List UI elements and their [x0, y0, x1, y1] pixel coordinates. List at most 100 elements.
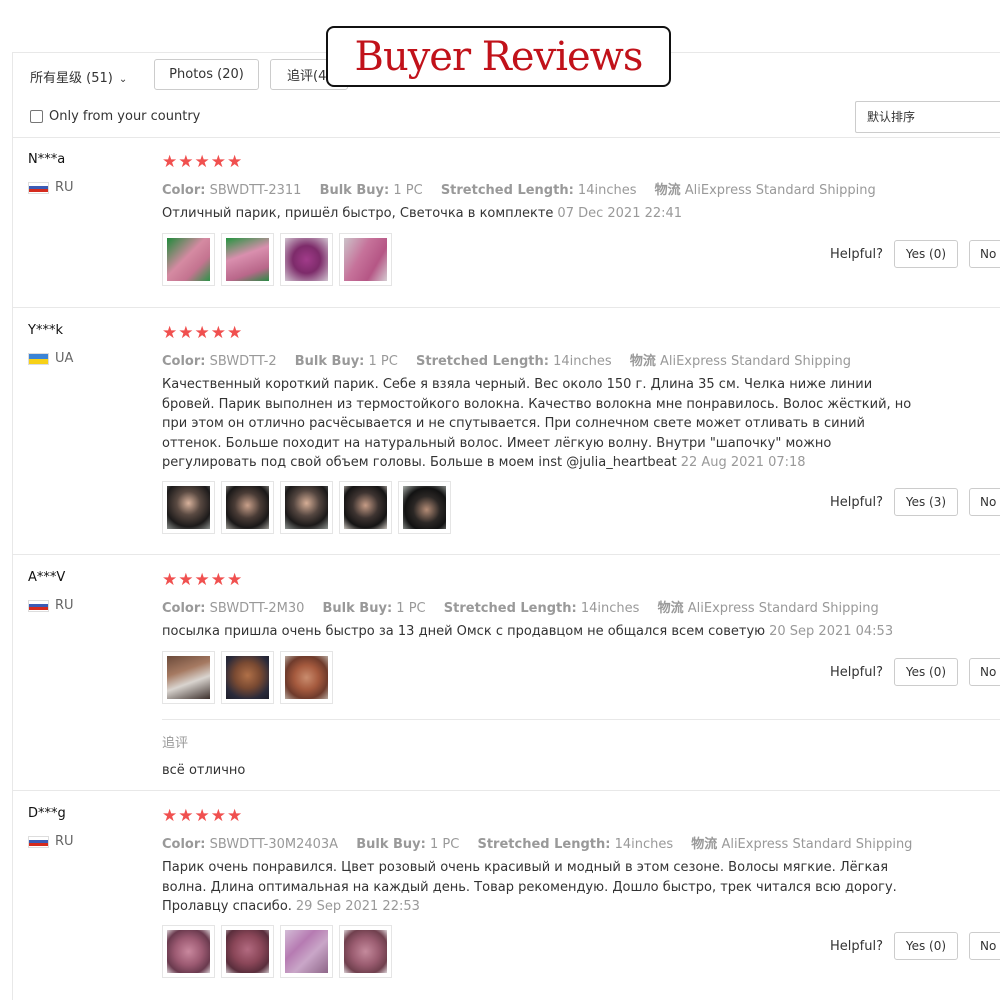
shipping-label: 物流 — [657, 601, 684, 616]
review-date: 07 Dec 2021 22:41 — [557, 206, 683, 221]
helpful-no-button[interactable]: No — [968, 932, 1000, 960]
russia-flag-icon — [28, 835, 49, 848]
shipping-label: 物流 — [629, 354, 656, 369]
shipping-label: 物流 — [654, 183, 681, 198]
reviewer-country: UA — [28, 351, 73, 366]
only-country-checkbox[interactable]: Only from your country — [30, 109, 200, 124]
country-code: RU — [55, 598, 74, 613]
review-photos — [162, 481, 451, 534]
shipping-label: 物流 — [691, 837, 718, 852]
shipping-value: AliExpress Standard Shipping — [687, 601, 879, 616]
country-code: RU — [55, 180, 74, 195]
review-photo[interactable] — [280, 651, 333, 704]
review-photo[interactable] — [221, 481, 274, 534]
review-photos — [162, 651, 333, 704]
review-photo[interactable] — [398, 481, 451, 534]
helpful-yes-button[interactable]: Yes (0) — [893, 240, 958, 268]
reviewer-country: RU — [28, 598, 74, 613]
review-photo[interactable] — [162, 481, 215, 534]
country-code: RU — [55, 834, 74, 849]
rating-filter-label: 所有星级 (51) — [30, 71, 113, 86]
review-photo[interactable] — [280, 233, 333, 286]
review-body: посылка пришла очень быстро за 13 дней О… — [162, 624, 766, 639]
bulk-value: 1 PC — [393, 183, 423, 198]
helpful-no-button[interactable]: No — [968, 658, 1000, 686]
review-photo[interactable] — [221, 651, 274, 704]
followup-divider — [162, 719, 1000, 720]
bulk-value: 1 PC — [368, 354, 398, 369]
review-photo[interactable] — [221, 233, 274, 286]
length-value: 14inches — [553, 354, 612, 369]
color-value: SBWDTT-30M2403A — [209, 837, 339, 852]
review-attributes: Color: SBWDTT-2311 Bulk Buy: 1 PC Stretc… — [162, 179, 876, 198]
helpful-no-button[interactable]: No — [968, 240, 1000, 268]
color-label: Color: — [162, 183, 206, 198]
review-photo[interactable] — [339, 481, 392, 534]
russia-flag-icon — [28, 599, 49, 612]
reviewer-name: D***g — [28, 806, 66, 821]
review-body: Парик очень понравился. Цвет розовый оче… — [162, 860, 897, 914]
color-value: SBWDTT-2311 — [209, 183, 302, 198]
color-label: Color: — [162, 837, 206, 852]
helpful-label: Helpful? — [830, 246, 883, 262]
checkbox-box[interactable] — [30, 110, 43, 123]
length-value: 14inches — [577, 183, 637, 198]
review-photo[interactable] — [162, 233, 215, 286]
length-value: 14inches — [580, 601, 640, 616]
reviewer-country: RU — [28, 834, 74, 849]
helpful-yes-button[interactable]: Yes (3) — [893, 488, 958, 516]
bulk-label: Bulk Buy: — [294, 354, 365, 369]
banner-title: Buyer Reviews — [354, 33, 644, 80]
review-item: A***V RU ★★★★★ Color: SBWDTT-2M30 Bulk B… — [12, 555, 1000, 791]
review-body: Отличный парик, пришёл быстро, Светочка … — [162, 206, 554, 221]
helpful-label: Helpful? — [830, 938, 883, 954]
bulk-value: 1 PC — [396, 601, 426, 616]
reviewer-name: Y***k — [28, 323, 63, 338]
review-text: Качественный короткий парик. Себе я взял… — [162, 375, 922, 473]
helpful-no-button[interactable]: No — [968, 488, 1000, 516]
review-photo[interactable] — [280, 925, 333, 978]
helpful-yes-button[interactable]: Yes (0) — [893, 658, 958, 686]
star-rating: ★★★★★ — [162, 152, 244, 172]
review-photo[interactable] — [162, 925, 215, 978]
ukraine-flag-icon — [28, 352, 49, 365]
star-rating: ★★★★★ — [162, 570, 244, 590]
review-photo[interactable] — [221, 925, 274, 978]
length-label: Stretched Length: — [477, 837, 611, 852]
shipping-value: AliExpress Standard Shipping — [684, 183, 876, 198]
star-rating: ★★★★★ — [162, 806, 244, 826]
only-country-label: Only from your country — [49, 109, 201, 124]
bulk-label: Bulk Buy: — [322, 601, 393, 616]
helpful-row: Helpful? Yes (0) No — [830, 658, 1000, 686]
review-attributes: Color: SBWDTT-2M30 Bulk Buy: 1 PC Stretc… — [162, 597, 879, 616]
color-value: SBWDTT-2 — [209, 354, 277, 369]
review-photo[interactable] — [162, 651, 215, 704]
sort-select[interactable]: 默认排序 — [855, 101, 1000, 133]
review-photo[interactable] — [339, 233, 392, 286]
review-item: D***g RU ★★★★★ Color: SBWDTT-30M2403A Bu… — [12, 791, 1000, 1000]
followup-text: всё отлично — [162, 763, 246, 778]
length-label: Stretched Length: — [440, 183, 574, 198]
chevron-down-icon: ⌄ — [118, 74, 128, 85]
shipping-value: AliExpress Standard Shipping — [659, 354, 851, 369]
review-photo[interactable] — [339, 925, 392, 978]
russia-flag-icon — [28, 181, 49, 194]
review-date: 22 Aug 2021 07:18 — [680, 455, 806, 470]
review-text: посылка пришла очень быстро за 13 дней О… — [162, 622, 922, 642]
rating-filter-dropdown[interactable]: 所有星级 (51) ⌄ — [30, 67, 127, 86]
bulk-value: 1 PC — [430, 837, 460, 852]
color-label: Color: — [162, 354, 206, 369]
review-attributes: Color: SBWDTT-2 Bulk Buy: 1 PC Stretched… — [162, 350, 851, 369]
review-date: 29 Sep 2021 22:53 — [295, 899, 420, 914]
length-label: Stretched Length: — [416, 354, 549, 369]
helpful-yes-button[interactable]: Yes (0) — [893, 932, 958, 960]
bulk-label: Bulk Buy: — [356, 837, 426, 852]
review-photos — [162, 925, 392, 978]
review-item: Y***k UA ★★★★★ Color: SBWDTT-2 Bulk Buy:… — [12, 308, 1000, 555]
review-photo[interactable] — [280, 481, 333, 534]
photos-filter-button[interactable]: Photos (20) — [154, 59, 259, 90]
length-label: Stretched Length: — [443, 601, 577, 616]
review-date: 20 Sep 2021 04:53 — [769, 624, 894, 639]
followup-label: 追评 — [162, 736, 189, 751]
reviewer-country: RU — [28, 180, 74, 195]
